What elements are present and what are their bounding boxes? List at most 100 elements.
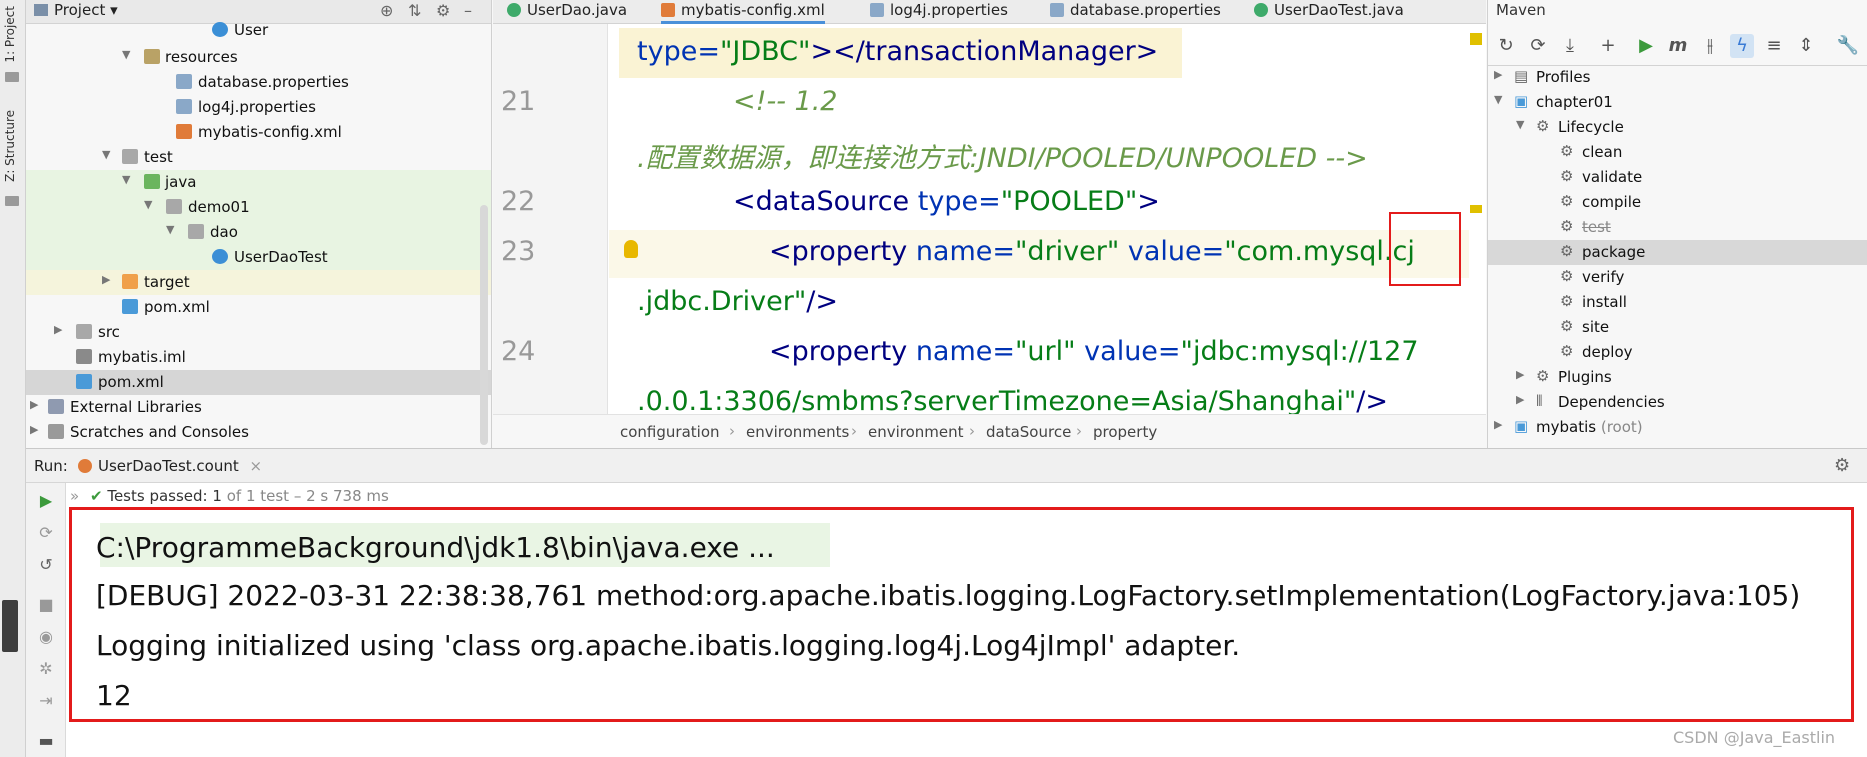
skip-tests-icon[interactable]: ϟ <box>1730 34 1754 58</box>
maven-phase-verify[interactable]: ⚙ verify <box>1488 265 1867 290</box>
lightbulb-icon[interactable] <box>624 240 638 258</box>
tree-item-resources[interactable]: ▼ resources <box>26 45 491 70</box>
tree-item-dao[interactable]: ▼ dao <box>26 220 491 245</box>
tree-item-demo01[interactable]: ▼ demo01 <box>26 195 491 220</box>
maven-phase-package[interactable]: ⚙ package <box>1488 240 1867 265</box>
maven-item-profiles[interactable]: ▶ ▤ Profiles <box>1488 65 1867 90</box>
tab-log4j-properties[interactable]: log4j.properties <box>870 0 1008 24</box>
toggle-auto-test-icon[interactable]: ↺ <box>36 555 56 575</box>
tab-mybatis-config[interactable]: mybatis-config.xml <box>661 0 825 24</box>
maven-item-lifecycle[interactable]: ▼ ⚙ Lifecycle <box>1488 115 1867 140</box>
code-line-21-wrap[interactable]: .配置数据源，即连接池方式:JNDI/POOLED/UNPOOLED --> <box>637 136 1368 175</box>
expand-arrow-icon[interactable]: ▼ <box>122 173 130 186</box>
package-icon <box>188 224 204 239</box>
tree-item-src[interactable]: ▶ src <box>26 320 491 345</box>
download-icon[interactable]: ⤓ <box>1558 34 1582 58</box>
breadcrumb-item[interactable]: environments <box>746 423 849 441</box>
code-line-22[interactable]: <dataSource type="POOLED"> <box>733 186 1160 217</box>
maven-item-dependencies[interactable]: ▶ ⦀ Dependencies <box>1488 390 1867 415</box>
project-tool-tab[interactable]: 1: Project <box>3 6 17 63</box>
collapse-arrow-icon[interactable]: ▶ <box>54 323 62 336</box>
collapse-arrow-icon[interactable]: ▶ <box>1516 393 1524 406</box>
tree-item-target[interactable]: ▶ target <box>26 270 491 295</box>
add-icon[interactable]: + <box>1596 34 1620 58</box>
run-icon[interactable]: ▶ <box>1634 34 1658 58</box>
wrench-icon[interactable]: 🔧 <box>1836 34 1860 58</box>
maven-item-plugins[interactable]: ▶ ⚙ Plugins <box>1488 365 1867 390</box>
tree-item-mybatis-iml[interactable]: mybatis.iml <box>26 345 491 370</box>
warning-marker[interactable] <box>1470 33 1482 45</box>
tab-database-properties[interactable]: database.properties <box>1050 0 1221 24</box>
close-icon[interactable]: × <box>250 457 263 475</box>
maven-phase-install[interactable]: ⚙ install <box>1488 290 1867 315</box>
favorites-tool-tab[interactable] <box>2 600 18 652</box>
show-dependencies-icon[interactable]: ≡ <box>1762 34 1786 58</box>
maven-phase-site[interactable]: ⚙ site <box>1488 315 1867 340</box>
expand-arrow-icon[interactable]: ▼ <box>1494 93 1502 106</box>
settings-icon[interactable]: ✲ <box>36 659 56 679</box>
breadcrumb-item[interactable]: dataSource <box>986 423 1071 441</box>
collapse-arrow-icon[interactable]: ▶ <box>1494 68 1502 81</box>
maven-phase-clean[interactable]: ⚙ clean <box>1488 140 1867 165</box>
tree-item-user[interactable]: User <box>26 18 491 43</box>
tree-item-database-properties[interactable]: database.properties <box>26 70 491 95</box>
collapse-arrow-icon[interactable]: ▶ <box>102 273 110 286</box>
code-line-24-wrap[interactable]: .0.0.1:3306/smbms?serverTimezone=Asia/Sh… <box>637 386 1388 417</box>
tree-item-userdaotest[interactable]: UserDaoTest <box>26 245 491 270</box>
maven-phase-compile[interactable]: ⚙ compile <box>1488 190 1867 215</box>
toggle-offline-icon[interactable]: ⫲ <box>1698 34 1722 58</box>
project-tool-icon[interactable] <box>5 72 19 82</box>
maven-item-project[interactable]: ▼ ▣ chapter01 <box>1488 90 1867 115</box>
tree-item-external-libraries[interactable]: ▶ External Libraries <box>26 395 491 420</box>
project-panel-title[interactable]: Project ▾ <box>34 1 118 19</box>
code-line-23-wrap[interactable]: .jdbc.Driver"/> <box>637 286 838 317</box>
project-scrollbar[interactable] <box>480 205 488 445</box>
reload-icon[interactable]: ↻ <box>1494 34 1518 58</box>
expand-arrow-icon[interactable]: ▼ <box>102 148 110 161</box>
code-line-0[interactable]: type="JDBC"></transactionManager> <box>637 36 1158 67</box>
code-line-24[interactable]: <property name="url" value="jdbc:mysql:/… <box>769 336 1419 367</box>
execute-goal-icon[interactable]: m <box>1666 34 1690 58</box>
expand-arrow-icon[interactable]: ▼ <box>144 198 152 211</box>
structure-tool-tab[interactable]: Z: Structure <box>3 110 17 182</box>
structure-tool-icon[interactable] <box>5 196 19 206</box>
maven-phase-test[interactable]: ⚙ test <box>1488 215 1867 240</box>
code-line-21[interactable]: <!-- 1.2 <box>733 86 837 117</box>
warning-marker[interactable] <box>1470 205 1482 213</box>
tree-item-mybatis-config[interactable]: mybatis-config.xml <box>26 120 491 145</box>
maven-phase-deploy[interactable]: ⚙ deploy <box>1488 340 1867 365</box>
breadcrumb-item[interactable]: property <box>1093 423 1157 441</box>
collapse-arrow-icon[interactable]: ▶ <box>30 423 38 436</box>
tree-item-test[interactable]: ▼ test <box>26 145 491 170</box>
run-tab[interactable]: UserDaoTest.count × <box>78 457 262 475</box>
stop-icon[interactable]: ■ <box>36 595 56 615</box>
collapse-arrow-icon[interactable]: ▶ <box>30 398 38 411</box>
collapse-arrow-icon[interactable]: ▶ <box>1516 368 1524 381</box>
breadcrumb-item[interactable]: configuration <box>620 423 720 441</box>
tree-item-pom-root[interactable]: pom.xml <box>26 370 491 395</box>
tree-item-scratches[interactable]: ▶ Scratches and Consoles <box>26 420 491 445</box>
exit-icon[interactable]: ⇥ <box>36 691 56 711</box>
expand-arrow-icon[interactable]: ▼ <box>122 48 130 61</box>
tree-item-log4j-properties[interactable]: log4j.properties <box>26 95 491 120</box>
maven-item-root-project[interactable]: ▶ ▣ mybatis (root) <box>1488 415 1867 440</box>
maven-phase-validate[interactable]: ⚙ validate <box>1488 165 1867 190</box>
tree-item-pom-inner[interactable]: pom.xml <box>26 295 491 320</box>
collapse-arrow-icon[interactable]: ▶ <box>1494 418 1502 431</box>
gear-icon[interactable]: ⚙ <box>1834 455 1850 476</box>
collapse-icon[interactable]: ⇕ <box>1794 34 1818 58</box>
expand-arrow-icon[interactable]: ▼ <box>1516 118 1524 131</box>
rerun-icon[interactable]: ▶ <box>36 491 56 511</box>
rerun-failed-icon[interactable]: ⟳ <box>36 523 56 543</box>
generate-sources-icon[interactable]: ⟳ <box>1526 34 1550 58</box>
expand-arrow-icon[interactable]: ▼ <box>166 223 174 236</box>
tab-userdaotest-java[interactable]: UserDaoTest.java <box>1254 0 1404 24</box>
gear-icon: ⚙ <box>1560 192 1574 210</box>
tab-userdao-java[interactable]: UserDao.java <box>507 0 627 24</box>
camera-icon[interactable]: ◉ <box>36 627 56 647</box>
breadcrumb-item[interactable]: environment <box>868 423 964 441</box>
expand-icon[interactable]: » <box>70 487 79 505</box>
code-line-23[interactable]: <property name="driver" value="com.mysql… <box>769 236 1415 267</box>
tree-item-java[interactable]: ▼ java <box>26 170 491 195</box>
layout-icon[interactable]: ▬ <box>36 731 56 751</box>
